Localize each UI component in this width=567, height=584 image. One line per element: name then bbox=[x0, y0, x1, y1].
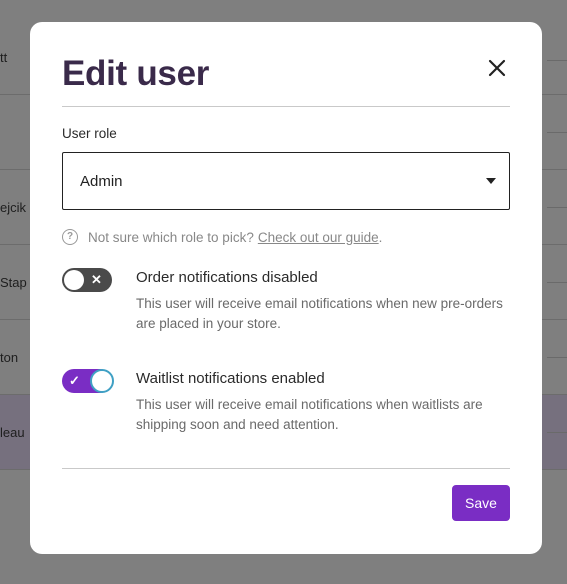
user-role-label: User role bbox=[62, 126, 117, 141]
waitlist-notifications-toggle[interactable]: ✓ bbox=[62, 369, 114, 393]
question-circle-icon: ? bbox=[62, 229, 78, 245]
toggle-knob bbox=[64, 270, 84, 290]
role-guide-link[interactable]: Check out our guide bbox=[258, 230, 379, 245]
table-cell-text: leau bbox=[0, 425, 25, 440]
order-notifications-title: Order notifications disabled bbox=[136, 269, 318, 286]
toggle-knob bbox=[90, 369, 114, 393]
help-text: Not sure which role to pick? bbox=[88, 229, 254, 245]
table-cell-text: ejcik bbox=[0, 200, 27, 215]
table-cell-text: Stap bbox=[0, 275, 27, 290]
caret-down-icon bbox=[486, 178, 496, 184]
checkmark-icon: ✓ bbox=[69, 373, 80, 388]
order-notifications-description: This user will receive email notificatio… bbox=[136, 296, 503, 331]
dialog-title: Edit user bbox=[62, 54, 210, 93]
edit-user-dialog: Edit user User role Admin ? Not sure whi… bbox=[30, 22, 542, 554]
save-button[interactable]: Save bbox=[452, 485, 510, 521]
order-notifications-toggle[interactable]: ✕ bbox=[62, 268, 112, 292]
table-cell-text: tt bbox=[0, 50, 8, 65]
user-role-value: Admin bbox=[80, 173, 123, 190]
close-button[interactable] bbox=[486, 57, 508, 79]
user-role-select[interactable]: Admin bbox=[62, 152, 510, 210]
waitlist-notifications-description: This user will receive email notificatio… bbox=[136, 397, 483, 432]
footer-divider bbox=[62, 468, 510, 469]
help-suffix: . bbox=[378, 229, 383, 245]
role-help-text: ? Not sure which role to pick? Check out… bbox=[62, 229, 382, 245]
x-icon: ✕ bbox=[91, 272, 102, 287]
close-icon bbox=[488, 59, 506, 77]
header-divider bbox=[62, 106, 510, 107]
table-cell-text: ton bbox=[0, 350, 19, 365]
waitlist-notifications-title: Waitlist notifications enabled bbox=[136, 370, 325, 387]
